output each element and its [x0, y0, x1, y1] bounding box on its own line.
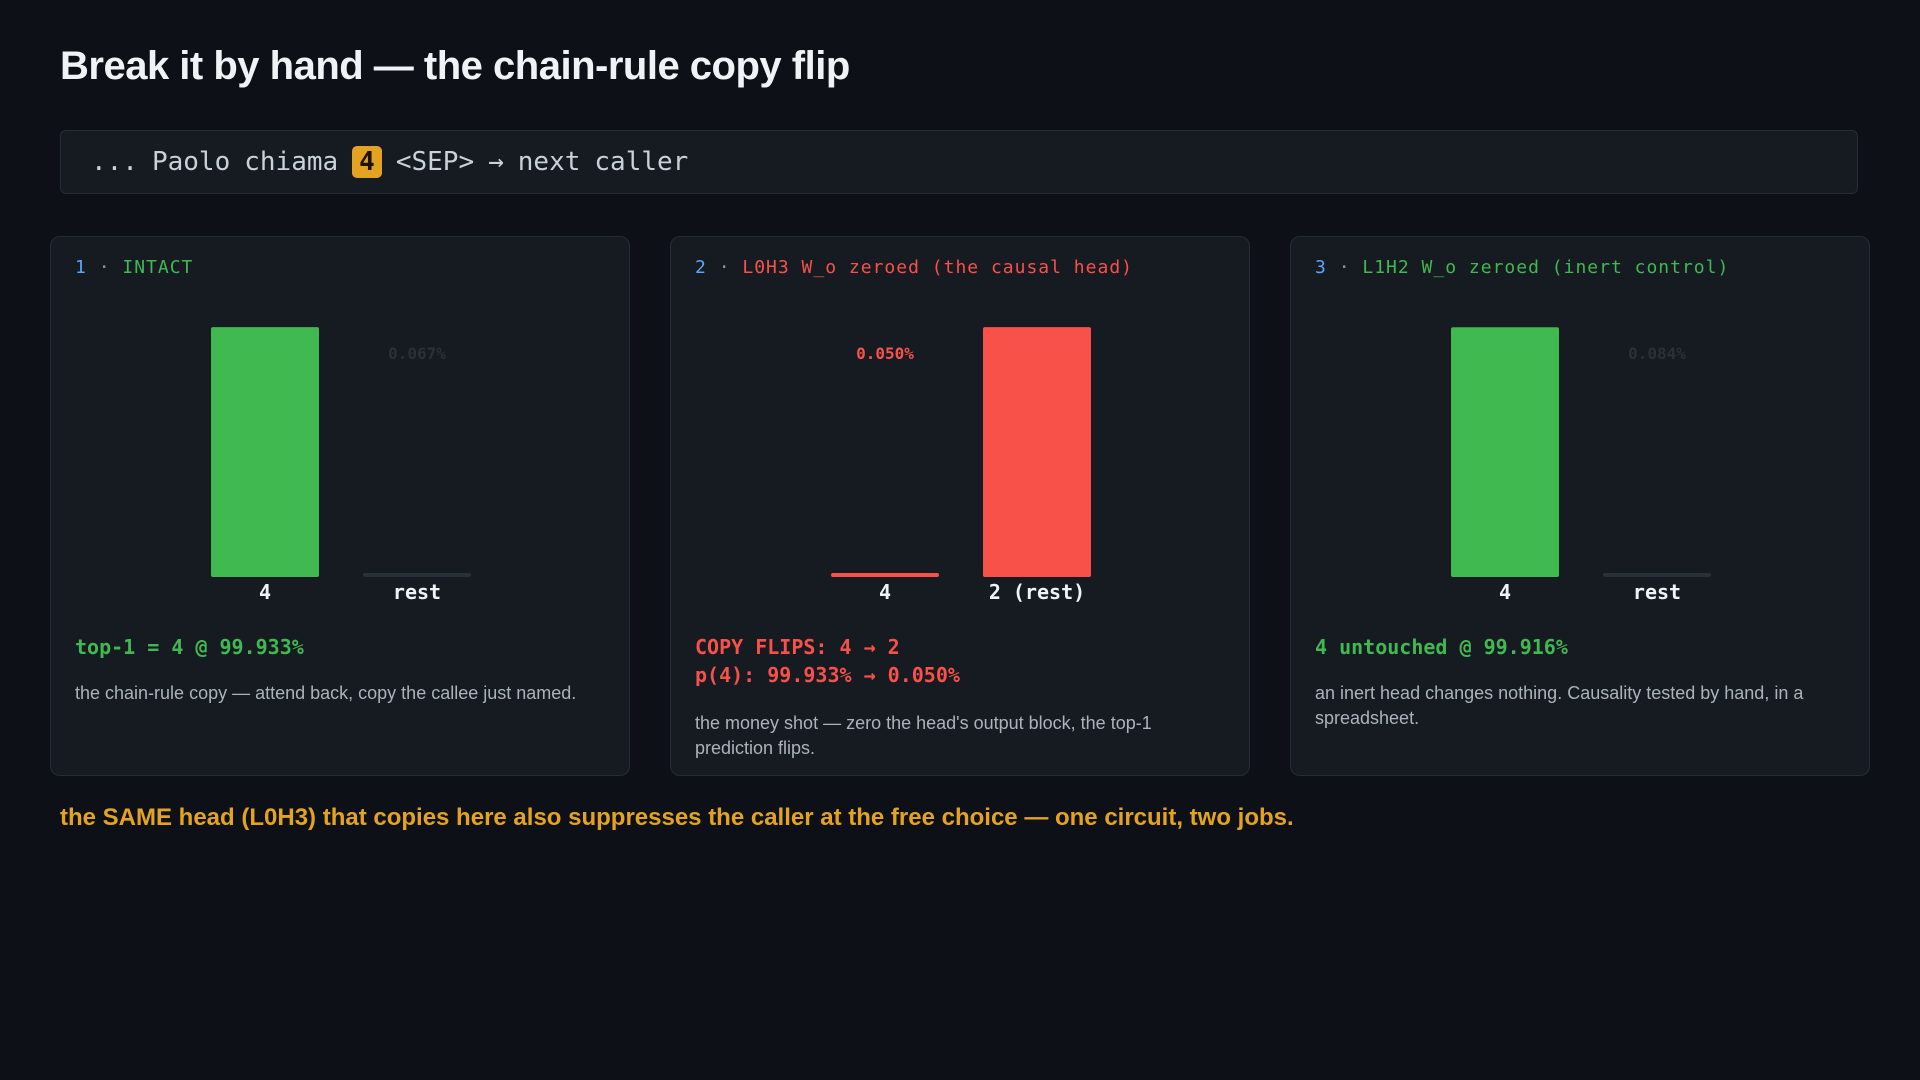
- bar-chart-intact: 99.933% 4 0.067% rest: [211, 327, 471, 604]
- category-label: rest: [1633, 580, 1681, 604]
- panel-number: 3: [1315, 257, 1327, 278]
- result-line: 4 untouched @ 99.916%: [1315, 635, 1568, 659]
- value-label: 0.067%: [388, 344, 446, 363]
- bar-4: [831, 573, 939, 577]
- category-label: 4: [879, 580, 891, 604]
- panel-inert-control: 3 · L1H2 W_o zeroed (inert control) 99.9…: [1290, 236, 1870, 776]
- token: Paolo: [151, 147, 231, 177]
- panel-title: INTACT: [122, 257, 194, 278]
- bar-rest: [363, 573, 471, 577]
- panel-result: 4 untouched @ 99.916%: [1315, 633, 1568, 661]
- panel-description: an inert head changes nothing. Causality…: [1315, 683, 1804, 728]
- result-line: p(4): 99.933% → 0.050%: [695, 663, 960, 687]
- value-label: 0.084%: [1628, 344, 1686, 363]
- category-label: 2 (rest): [989, 580, 1085, 604]
- panel-title: L1H2 W_o zeroed (inert control): [1362, 257, 1730, 278]
- sep-token: <SEP>: [395, 147, 475, 177]
- token: chiama: [244, 147, 339, 177]
- token: ...: [91, 147, 138, 177]
- panel-separator: ·: [1338, 257, 1351, 278]
- value-label: 99.916%: [1471, 344, 1539, 363]
- category-label: 4: [259, 580, 271, 604]
- category-label: rest: [393, 580, 441, 604]
- token: next: [517, 147, 581, 177]
- bar-chart-causal-head: 0.050% 4 99.950% 2 (rest): [831, 327, 1091, 604]
- panel-number: 2: [695, 257, 707, 278]
- bar-4: [211, 327, 319, 577]
- panel-header: 3 · L1H2 W_o zeroed (inert control): [1315, 257, 1729, 278]
- page-title: Break it by hand — the chain-rule copy f…: [60, 44, 850, 88]
- arrow-icon: →: [488, 147, 504, 177]
- token: caller: [594, 147, 689, 177]
- result-line: COPY FLIPS: 4 → 2: [695, 635, 900, 659]
- panel-header: 2 · L0H3 W_o zeroed (the causal head): [695, 257, 1133, 278]
- value-label: 99.950%: [1003, 344, 1071, 363]
- panel-description: the money shot — zero the head's output …: [695, 713, 1152, 758]
- footer-note: the SAME head (L0H3) that copies here al…: [60, 804, 1294, 831]
- panel-result: COPY FLIPS: 4 → 2 p(4): 99.933% → 0.050%: [695, 633, 960, 689]
- panel-separator: ·: [718, 257, 731, 278]
- bar-chart-inert-control: 99.916% 4 0.084% rest: [1451, 327, 1711, 604]
- bar-rest: [1603, 573, 1711, 577]
- panel-result: top-1 = 4 @ 99.933%: [75, 633, 304, 661]
- panel-causal-head: 2 · L0H3 W_o zeroed (the causal head) 0.…: [670, 236, 1250, 776]
- panel-header: 1 · INTACT: [75, 257, 193, 278]
- bar-2-rest-: [983, 327, 1091, 577]
- highlighted-token: 4: [352, 146, 382, 178]
- bar-4: [1451, 327, 1559, 577]
- token-sequence: ... Paolo chiama 4 <SEP> → next caller: [60, 130, 1858, 194]
- value-label: 99.933%: [231, 344, 299, 363]
- panel-description: the chain-rule copy — attend back, copy …: [75, 683, 577, 703]
- panel-number: 1: [75, 257, 87, 278]
- category-label: 4: [1499, 580, 1511, 604]
- panel-separator: ·: [98, 257, 111, 278]
- panel-title: L0H3 W_o zeroed (the causal head): [742, 257, 1133, 278]
- value-label: 0.050%: [856, 344, 914, 363]
- panel-intact: 1 · INTACT 99.933% 4 0.067% rest top-1 = 4 …: [50, 236, 630, 776]
- result-line: top-1 = 4 @ 99.933%: [75, 635, 304, 659]
